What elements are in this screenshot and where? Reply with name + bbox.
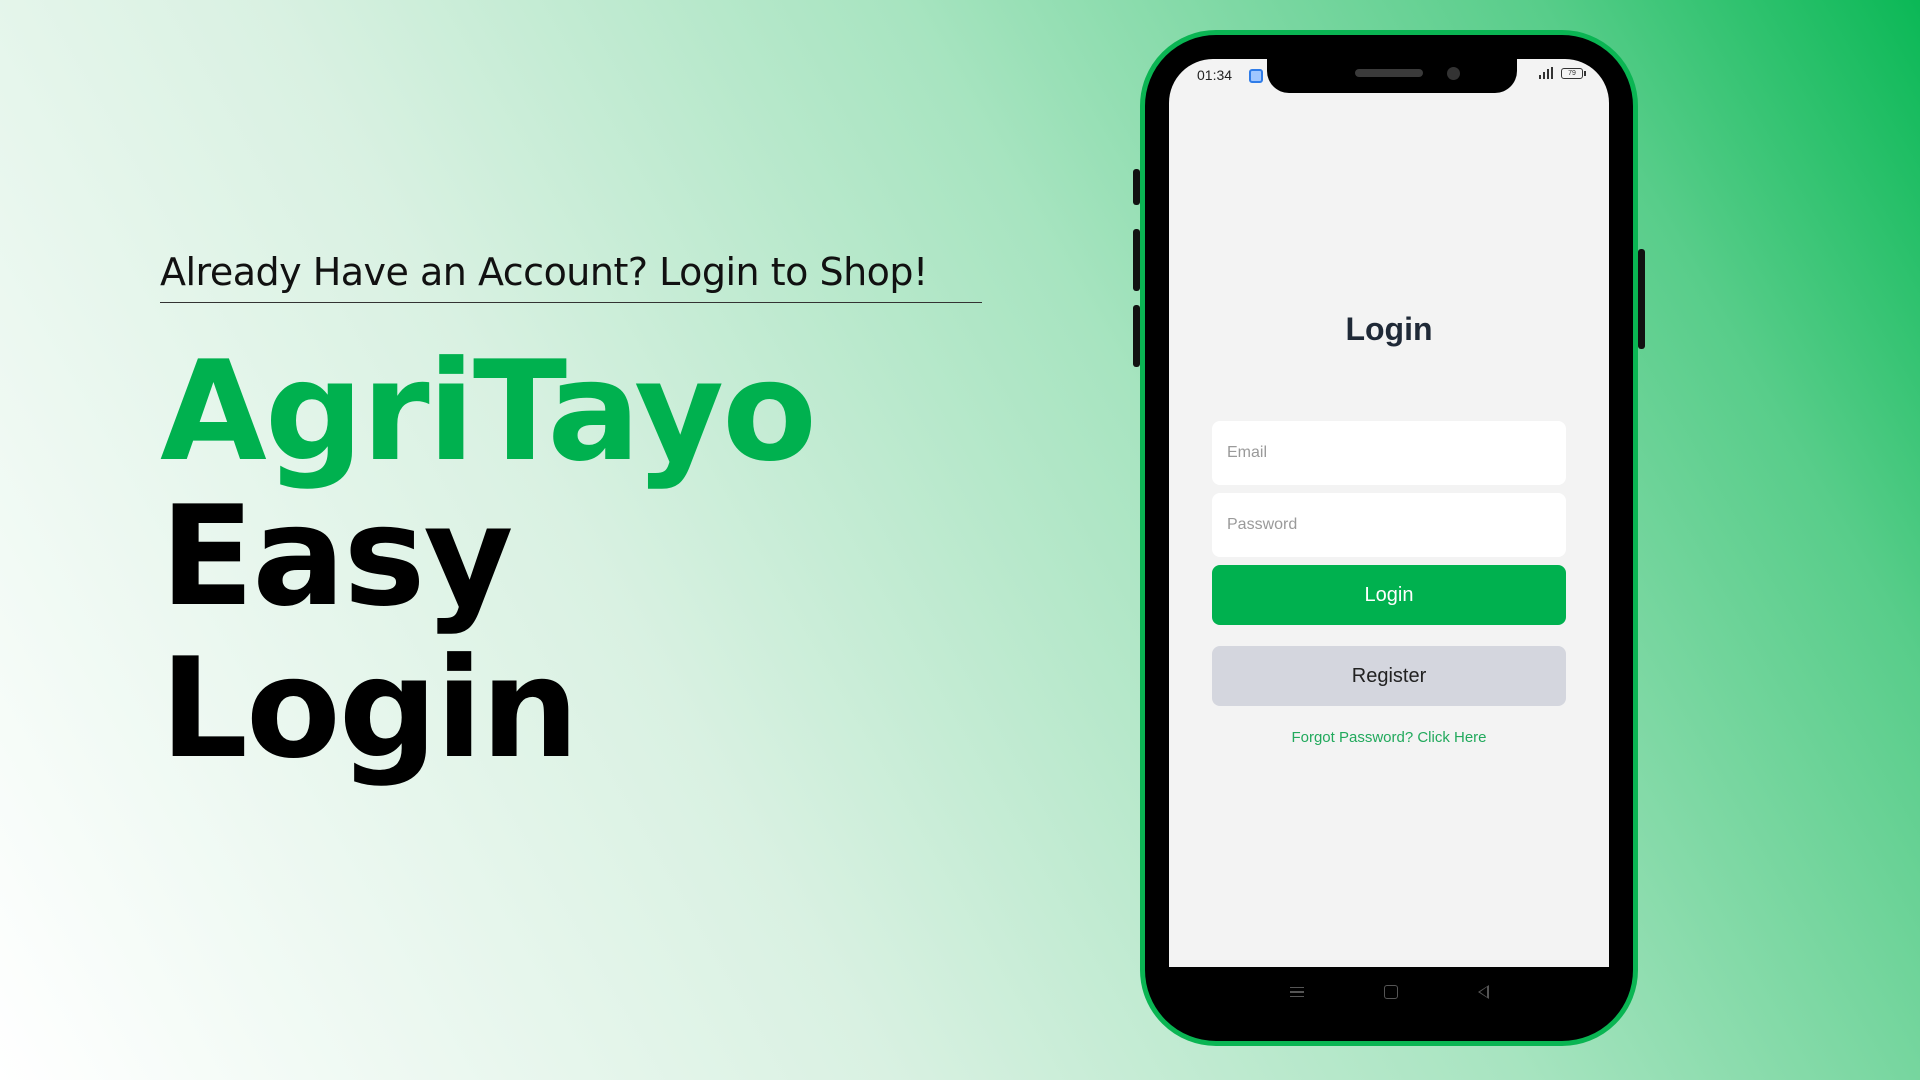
status-time: 01:34: [1197, 67, 1233, 83]
menu-icon[interactable]: [1289, 986, 1304, 998]
camera-icon: [1447, 67, 1460, 80]
phone-screen: 01:34 79 Login Login Register Forgot Pas…: [1169, 59, 1609, 967]
login-title: Login: [1345, 311, 1433, 347]
headline-line-1: Easy: [160, 476, 514, 637]
battery-icon: 79: [1561, 67, 1586, 79]
headline-line-2: Login: [160, 627, 579, 789]
email-input[interactable]: [1212, 421, 1566, 485]
forgot-password-link[interactable]: Forgot Password? Click Here: [1169, 729, 1609, 746]
phone-notch: [1267, 59, 1517, 93]
brand-name: AgriTayo: [160, 331, 817, 492]
phone-volume-down-button: [1133, 229, 1140, 291]
password-input[interactable]: [1212, 493, 1566, 557]
promo-section: Already Have an Account? Login to Shop! …: [160, 250, 982, 785]
home-icon[interactable]: [1383, 985, 1398, 999]
status-icons: 79: [1539, 67, 1586, 79]
speaker-grille: [1355, 69, 1423, 77]
promo-tagline: Already Have an Account? Login to Shop!: [160, 250, 982, 303]
phone-silent-button: [1133, 305, 1140, 367]
phone-power-button: [1638, 249, 1645, 349]
signal-icon: [1539, 67, 1553, 79]
android-navigation-bar: [1169, 967, 1609, 1017]
back-icon[interactable]: [1477, 985, 1489, 999]
register-button[interactable]: Register: [1212, 646, 1566, 706]
phone-mockup: 01:34 79 Login Login Register Forgot Pas…: [1133, 30, 1645, 1046]
battery-level: 79: [1568, 69, 1576, 77]
phone-volume-up-button: [1133, 169, 1140, 205]
login-button[interactable]: Login: [1212, 565, 1566, 625]
app-notification-icon: [1249, 69, 1263, 83]
